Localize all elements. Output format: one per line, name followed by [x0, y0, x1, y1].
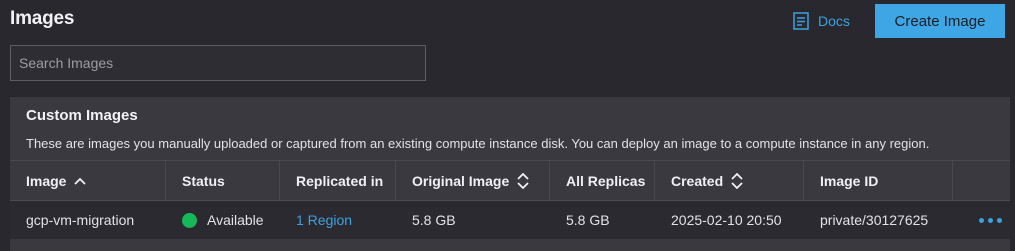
table-row: gcp-vm-migration Available 1 Region 5.8 … [10, 200, 1010, 239]
custom-images-panel: Custom Images These are images you manua… [10, 97, 1010, 251]
status-label: Available [207, 212, 264, 228]
cell-actions [953, 201, 1010, 239]
chevron-up-icon [74, 177, 87, 185]
column-header-actions [953, 161, 1010, 200]
column-header-status[interactable]: Status [166, 161, 280, 200]
page-title: Images [10, 8, 75, 29]
sort-icon [517, 172, 529, 189]
create-image-button[interactable]: Create Image [875, 4, 1005, 38]
sort-icon [731, 172, 743, 189]
column-header-label: Image [26, 172, 67, 189]
cell-all-replicas-size: 5.8 GB [566, 212, 610, 228]
cell-created: 2025-02-10 20:50 [671, 212, 782, 228]
column-header-label: Replicated in [296, 172, 384, 189]
search-input[interactable] [10, 45, 426, 81]
status-available-icon [182, 212, 197, 228]
column-header-created[interactable]: Created [655, 161, 804, 200]
column-header-label: Original Image [412, 172, 510, 189]
replicated-regions-link[interactable]: 1 Region [296, 212, 352, 228]
column-header-all-replicas[interactable]: All Replicas [550, 161, 655, 200]
cell-image-name: gcp-vm-migration [26, 212, 135, 228]
section-title: Custom Images [26, 107, 138, 124]
cell-original-image-size: 5.8 GB [412, 212, 456, 228]
section-description: These are images you manually uploaded o… [26, 136, 930, 151]
column-header-replicated-in[interactable]: Replicated in [280, 161, 396, 200]
column-header-label: Status [182, 172, 225, 189]
column-header-image-id[interactable]: Image ID [804, 161, 953, 200]
document-icon [793, 12, 809, 30]
cell-image-id: private/30127625 [820, 212, 929, 228]
images-page: Images Docs Create Image Custom Images T… [0, 0, 1015, 251]
column-header-image[interactable]: Image [10, 161, 166, 200]
column-header-label: Created [671, 172, 724, 189]
images-table: Image Status Replicated in Original Imag… [10, 160, 1010, 239]
docs-link-label: Docs [818, 13, 850, 29]
column-header-label: Image ID [820, 172, 879, 189]
table-header-row: Image Status Replicated in Original Imag… [10, 161, 1010, 200]
more-actions-icon[interactable] [969, 217, 1002, 223]
cell-status: Available [166, 201, 280, 239]
docs-link[interactable]: Docs [793, 10, 850, 32]
column-header-label: All Replicas [566, 172, 646, 189]
column-header-original-image[interactable]: Original Image [396, 161, 550, 200]
cell-replicated-in: 1 Region [280, 201, 396, 239]
